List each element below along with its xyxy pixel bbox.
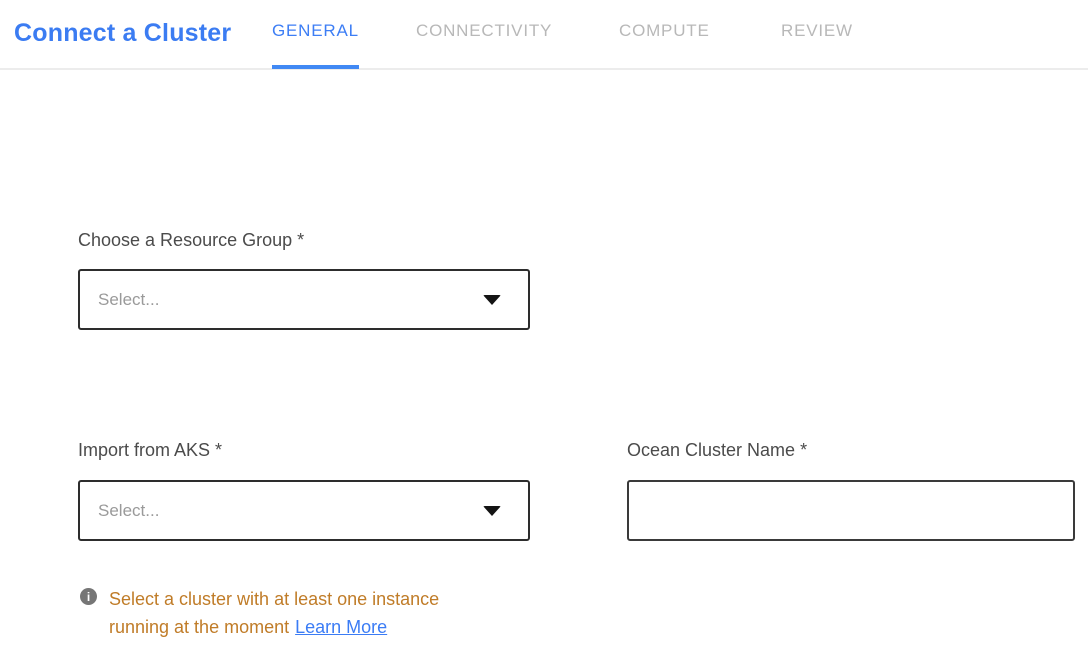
learn-more-link[interactable]: Learn More (295, 617, 387, 637)
page-title: Connect a Cluster (14, 19, 231, 48)
resource-group-label: Choose a Resource Group * (78, 230, 304, 251)
ocean-cluster-name-label: Ocean Cluster Name * (627, 440, 807, 461)
connect-cluster-page: Connect a Cluster GENERAL CONNECTIVITY C… (0, 0, 1088, 654)
import-aks-select-placeholder: Select... (98, 501, 159, 521)
info-note: i Select a cluster with at least one ins… (80, 585, 500, 641)
ocean-cluster-name-input[interactable] (627, 480, 1075, 541)
caret-down-icon (483, 506, 501, 516)
tab-review[interactable]: REVIEW (781, 21, 853, 70)
resource-group-select[interactable]: Select... (78, 269, 530, 330)
tab-connectivity[interactable]: CONNECTIVITY (416, 21, 552, 70)
resource-group-select-placeholder: Select... (98, 290, 159, 310)
import-aks-label: Import from AKS * (78, 440, 222, 461)
import-aks-select[interactable]: Select... (78, 480, 530, 541)
info-note-text: Select a cluster with at least one insta… (109, 585, 481, 641)
wizard-header: Connect a Cluster GENERAL CONNECTIVITY C… (0, 0, 1088, 70)
caret-down-icon (483, 295, 501, 305)
info-icon: i (80, 588, 97, 605)
info-note-message: Select a cluster with at least one insta… (109, 589, 439, 637)
tab-general[interactable]: GENERAL (272, 21, 359, 70)
tab-compute[interactable]: COMPUTE (619, 21, 710, 70)
